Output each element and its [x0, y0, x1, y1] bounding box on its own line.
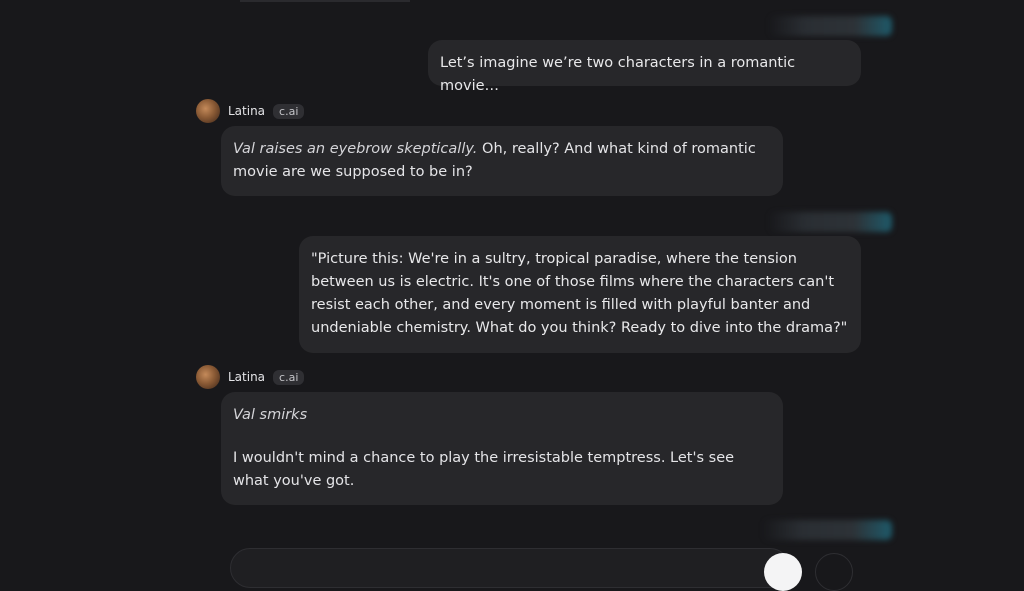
bot-message-1: Val raises an eyebrow skeptically. Oh, r… [221, 126, 783, 196]
top-divider [240, 0, 410, 2]
bot-message-2: Val smirks I wouldn't mind a chance to p… [221, 392, 783, 505]
message-input[interactable] [230, 548, 790, 588]
user-name-redacted [768, 16, 892, 36]
user-message-2-text: "Picture this: We're in a sultry, tropic… [311, 251, 848, 336]
character-name[interactable]: Latina [228, 104, 265, 118]
character-avatar[interactable] [196, 99, 220, 123]
user-message-1-text: Let’s imagine we’re two characters in a … [440, 55, 796, 94]
bot-message-1-action: Val raises an eyebrow skeptically. [233, 141, 478, 157]
character-header-1: Latina c.ai [196, 99, 305, 123]
user-name-redacted [768, 212, 892, 232]
user-name-redacted [762, 520, 892, 540]
character-avatar[interactable] [196, 365, 220, 389]
bot-message-2-action: Val smirks [233, 407, 308, 423]
cai-badge: c.ai [273, 369, 305, 385]
user-message-2: "Picture this: We're in a sultry, tropic… [299, 236, 861, 353]
send-button[interactable] [764, 553, 802, 591]
character-name[interactable]: Latina [228, 370, 265, 384]
bot-message-2-text: I wouldn't mind a chance to play the irr… [233, 450, 735, 489]
cai-badge: c.ai [273, 103, 305, 119]
call-button[interactable] [815, 553, 853, 591]
user-message-1: Let’s imagine we’re two characters in a … [428, 40, 861, 94]
character-header-2: Latina c.ai [196, 365, 305, 389]
